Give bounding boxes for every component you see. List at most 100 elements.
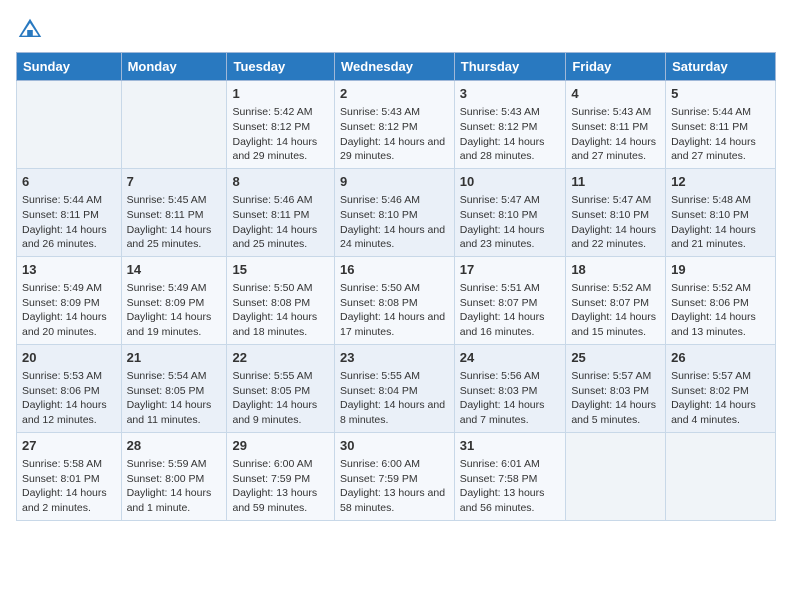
calendar-cell [666, 432, 776, 520]
day-info: Sunrise: 5:53 AM [22, 369, 116, 384]
day-info: Daylight: 13 hours and 56 minutes. [460, 486, 561, 515]
day-number: 7 [127, 173, 222, 191]
calendar-week-5: 27Sunrise: 5:58 AMSunset: 8:01 PMDayligh… [17, 432, 776, 520]
weekday-header-saturday: Saturday [666, 53, 776, 81]
day-info: Sunrise: 5:57 AM [671, 369, 770, 384]
calendar-cell: 1Sunrise: 5:42 AMSunset: 8:12 PMDaylight… [227, 81, 335, 169]
calendar-cell: 21Sunrise: 5:54 AMSunset: 8:05 PMDayligh… [121, 344, 227, 432]
day-info: Sunrise: 5:55 AM [232, 369, 329, 384]
day-info: Daylight: 14 hours and 27 minutes. [671, 135, 770, 164]
day-number: 27 [22, 437, 116, 455]
day-info: Sunrise: 5:43 AM [460, 105, 561, 120]
day-info: Sunset: 7:59 PM [340, 472, 449, 487]
calendar-cell: 6Sunrise: 5:44 AMSunset: 8:11 PMDaylight… [17, 168, 122, 256]
day-info: Daylight: 14 hours and 19 minutes. [127, 310, 222, 339]
calendar-cell: 27 Sunrise: 5:58 AMSunset: 8:01 PMDayligh… [17, 432, 122, 520]
day-info: Sunrise: 5:51 AM [460, 281, 561, 296]
day-info: Daylight: 14 hours and 1 minute. [127, 486, 222, 515]
day-number: 21 [127, 349, 222, 367]
day-info: Sunset: 8:10 PM [671, 208, 770, 223]
day-info: Sunset: 8:07 PM [571, 296, 660, 311]
day-info: Daylight: 14 hours and 12 minutes. [22, 398, 116, 427]
day-info: Sunset: 8:11 PM [571, 120, 660, 135]
day-info: Sunset: 8:09 PM [127, 296, 222, 311]
day-info: Sunset: 8:03 PM [460, 384, 561, 399]
day-number: 18 [571, 261, 660, 279]
day-info: Daylight: 14 hours and 20 minutes. [22, 310, 116, 339]
day-number: 17 [460, 261, 561, 279]
calendar-cell: 3Sunrise: 5:43 AMSunset: 8:12 PMDaylight… [454, 81, 566, 169]
day-info: Daylight: 14 hours and 2 minutes. [22, 486, 116, 515]
day-info: Daylight: 14 hours and 24 minutes. [340, 223, 449, 252]
day-info: Daylight: 14 hours and 27 minutes. [571, 135, 660, 164]
day-number: 3 [460, 85, 561, 103]
day-info: Sunrise: 5:45 AM [127, 193, 222, 208]
weekday-header-sunday: Sunday [17, 53, 122, 81]
calendar-cell [566, 432, 666, 520]
weekday-header-friday: Friday [566, 53, 666, 81]
day-number: 10 [460, 173, 561, 191]
calendar-cell: 29Sunrise: 6:00 AMSunset: 7:59 PMDayligh… [227, 432, 335, 520]
day-number: 19 [671, 261, 770, 279]
day-number: 2 [340, 85, 449, 103]
calendar-cell: 26Sunrise: 5:57 AMSunset: 8:02 PMDayligh… [666, 344, 776, 432]
logo-icon [16, 16, 44, 44]
day-info: Daylight: 13 hours and 59 minutes. [232, 486, 329, 515]
day-info: Daylight: 14 hours and 25 minutes. [232, 223, 329, 252]
day-info: Daylight: 14 hours and 21 minutes. [671, 223, 770, 252]
day-info: Sunset: 8:05 PM [232, 384, 329, 399]
calendar-cell: 9Sunrise: 5:46 AMSunset: 8:10 PMDaylight… [334, 168, 454, 256]
day-number: 25 [571, 349, 660, 367]
calendar-cell: 31Sunrise: 6:01 AMSunset: 7:58 PMDayligh… [454, 432, 566, 520]
day-info: Sunset: 8:11 PM [127, 208, 222, 223]
day-number: 4 [571, 85, 660, 103]
calendar-cell [121, 81, 227, 169]
day-info: Sunrise: 5:52 AM [671, 281, 770, 296]
calendar-cell: 30Sunrise: 6:00 AMSunset: 7:59 PMDayligh… [334, 432, 454, 520]
day-info: Daylight: 14 hours and 13 minutes. [671, 310, 770, 339]
day-info: Daylight: 14 hours and 29 minutes. [340, 135, 449, 164]
day-info: Sunrise: 5:44 AM [22, 193, 116, 208]
day-info: Sunset: 8:10 PM [340, 208, 449, 223]
day-info: Daylight: 13 hours and 58 minutes. [340, 486, 449, 515]
day-info: Sunset: 8:11 PM [22, 208, 116, 223]
day-info: Sunrise: 5:58 AM [22, 457, 116, 472]
day-info: Sunset: 8:08 PM [340, 296, 449, 311]
calendar-cell: 28Sunrise: 5:59 AMSunset: 8:00 PMDayligh… [121, 432, 227, 520]
day-info: Sunset: 8:05 PM [127, 384, 222, 399]
day-info: Sunrise: 5:42 AM [232, 105, 329, 120]
day-number: 11 [571, 173, 660, 191]
calendar-body: 1Sunrise: 5:42 AMSunset: 8:12 PMDaylight… [17, 81, 776, 521]
day-info: Daylight: 14 hours and 9 minutes. [232, 398, 329, 427]
day-info: Sunset: 7:59 PM [232, 472, 329, 487]
day-number: 12 [671, 173, 770, 191]
day-info: Daylight: 14 hours and 4 minutes. [671, 398, 770, 427]
day-number: 29 [232, 437, 329, 455]
day-number: 30 [340, 437, 449, 455]
weekday-header-row: SundayMondayTuesdayWednesdayThursdayFrid… [17, 53, 776, 81]
day-info: Daylight: 14 hours and 7 minutes. [460, 398, 561, 427]
day-info: Sunset: 8:03 PM [571, 384, 660, 399]
day-info: Sunrise: 5:47 AM [571, 193, 660, 208]
logo [16, 16, 48, 44]
day-info: Daylight: 14 hours and 25 minutes. [127, 223, 222, 252]
day-number: 8 [232, 173, 329, 191]
day-info: Sunrise: 5:43 AM [571, 105, 660, 120]
day-number: 28 [127, 437, 222, 455]
day-info: Sunrise: 5:48 AM [671, 193, 770, 208]
calendar-cell: 14Sunrise: 5:49 AMSunset: 8:09 PMDayligh… [121, 256, 227, 344]
day-info: Sunrise: 6:01 AM [460, 457, 561, 472]
day-info: Sunrise: 5:55 AM [340, 369, 449, 384]
day-info: Sunset: 8:04 PM [340, 384, 449, 399]
day-number: 16 [340, 261, 449, 279]
day-number: 15 [232, 261, 329, 279]
weekday-header-tuesday: Tuesday [227, 53, 335, 81]
day-info: Sunrise: 5:52 AM [571, 281, 660, 296]
day-number: 24 [460, 349, 561, 367]
day-info: Sunset: 8:07 PM [460, 296, 561, 311]
day-info: Sunrise: 5:43 AM [340, 105, 449, 120]
day-info: Sunset: 8:01 PM [22, 472, 116, 487]
day-info: Sunset: 8:02 PM [671, 384, 770, 399]
calendar-week-2: 6Sunrise: 5:44 AMSunset: 8:11 PMDaylight… [17, 168, 776, 256]
day-info: Daylight: 14 hours and 18 minutes. [232, 310, 329, 339]
